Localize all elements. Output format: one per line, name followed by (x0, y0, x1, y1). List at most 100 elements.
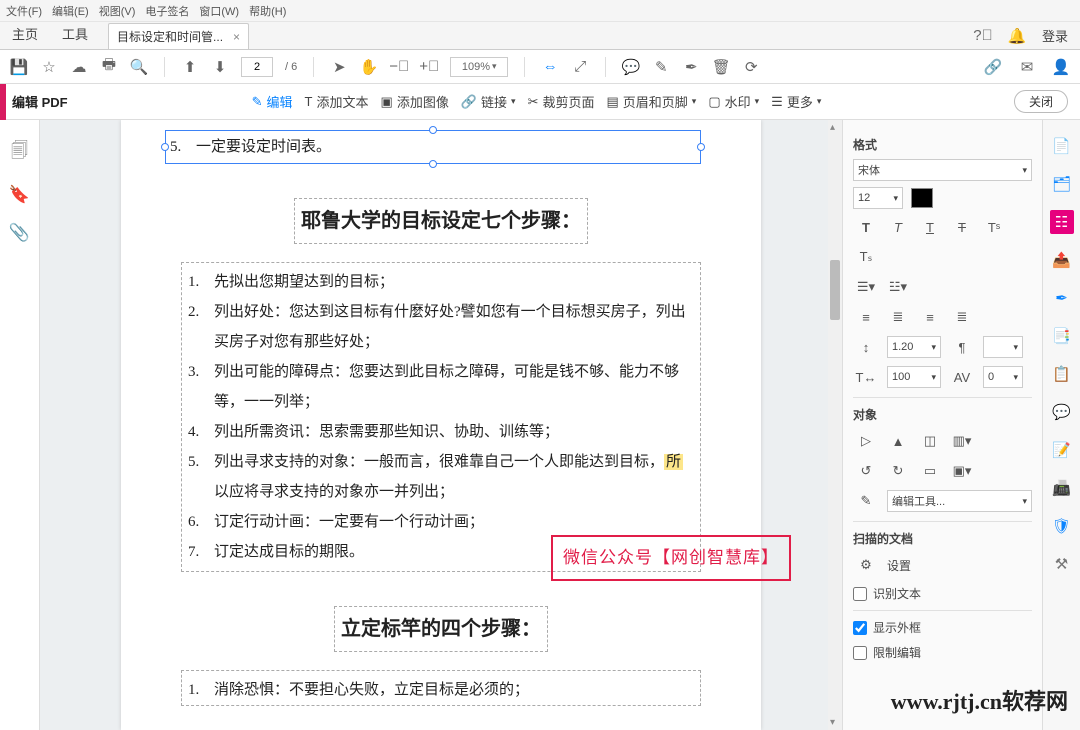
help-icon[interactable]: ?⃝ (974, 27, 992, 45)
zoom-in-icon[interactable]: +⃝ (420, 58, 438, 76)
fit-page-icon[interactable]: ⤢ (571, 58, 589, 76)
add-image-button[interactable]: ▣ 添加图像 (381, 92, 449, 111)
menu-esign[interactable]: 电子签名 (145, 3, 189, 19)
bell-icon[interactable]: 🔔 (1008, 27, 1026, 45)
page-number-input[interactable] (241, 57, 273, 77)
scan-ocr-icon[interactable]: 📠 (1050, 476, 1074, 500)
search-icon[interactable]: 🔍 (130, 58, 148, 76)
align-left-button[interactable]: ≡ (853, 305, 879, 329)
bullet-list-button[interactable]: ☰▾ (853, 275, 879, 299)
attachment-panel-icon[interactable]: 📎 (9, 223, 30, 243)
menu-file[interactable]: 文件(F) (6, 3, 42, 19)
list-2-block[interactable]: 1.消除恐惧：不要担心失败，立定目标是必须的； (181, 670, 701, 706)
comment-icon[interactable]: 💬 (622, 58, 640, 76)
bookmark-panel-icon[interactable]: 🔖 (9, 185, 30, 205)
heading-1-text[interactable]: 耶鲁大学的目标设定七个步骤： (294, 198, 588, 244)
numbered-list-button[interactable]: ☳▾ (885, 275, 911, 299)
tab-tools[interactable]: 工具 (50, 18, 100, 49)
login-button[interactable]: 登录 (1042, 26, 1068, 45)
header-footer-button[interactable]: ▤ 页眉和页脚▾ (606, 92, 696, 111)
save-icon[interactable]: 💾 (10, 58, 28, 76)
show-outline-checkbox[interactable] (853, 621, 867, 635)
bold-button[interactable]: T (853, 215, 879, 239)
align-objects-button[interactable]: ▥▾ (949, 429, 975, 453)
scroll-down-icon[interactable]: ▾ (830, 717, 835, 728)
align-justify-button[interactable]: ≣ (949, 305, 975, 329)
font-family-select[interactable]: 宋体▾ (853, 159, 1032, 181)
arrange-button[interactable]: ▭ (917, 459, 943, 483)
edit-pdf-rail-icon[interactable]: ☷ (1050, 210, 1074, 234)
paragraph-spacing-select[interactable]: ▾ (983, 336, 1023, 358)
add-text-button[interactable]: T 添加文本 (305, 92, 369, 111)
underline-button[interactable]: T (917, 215, 943, 239)
scroll-up-icon[interactable]: ▴ (830, 122, 835, 133)
group-button[interactable]: ▣▾ (949, 459, 975, 483)
mail-icon[interactable]: ✉ (1018, 58, 1036, 76)
page-down-icon[interactable]: ⬇ (211, 58, 229, 76)
superscript-button[interactable]: Tˢ (981, 215, 1007, 239)
edit-tools-select[interactable]: 编辑工具...▾ (887, 490, 1032, 512)
fill-sign-icon[interactable]: 📝 (1050, 438, 1074, 462)
recognize-text-checkbox[interactable] (853, 587, 867, 601)
protect-pdf-icon[interactable]: 🛡 (1050, 514, 1074, 538)
more-button[interactable]: ☰ 更多▾ (771, 92, 821, 111)
hand-icon[interactable]: ✋ (360, 58, 378, 76)
selection-handle-right[interactable] (697, 143, 705, 151)
rotate-icon[interactable]: ⟳ (742, 58, 760, 76)
strikethrough-button[interactable]: T (949, 215, 975, 239)
char-scale-select[interactable]: 100▾ (887, 366, 941, 388)
line-spacing-select[interactable]: 1.20▾ (887, 336, 941, 358)
zoom-out-icon[interactable]: −⃝ (390, 58, 408, 76)
document-viewport[interactable]: 5.一定要设定时间表。 耶鲁大学的目标设定七个步骤： 1.先拟出您期望达到的目标… (40, 120, 842, 730)
char-spacing-select[interactable]: 0▾ (983, 366, 1023, 388)
settings-row[interactable]: ⚙ 设置 (853, 553, 1032, 577)
more-tools-icon[interactable]: ⚒ (1050, 552, 1074, 576)
crop-button[interactable]: ✂ 裁剪页面 (528, 92, 595, 111)
align-center-button[interactable]: ≣ (885, 305, 911, 329)
tab-close-icon[interactable]: × (233, 30, 240, 44)
italic-button[interactable]: T (885, 215, 911, 239)
link-button[interactable]: 🔗 链接▾ (461, 92, 516, 111)
selected-text-frame[interactable]: 5.一定要设定时间表。 (165, 130, 701, 164)
sign-icon[interactable]: ✒ (682, 58, 700, 76)
star-icon[interactable]: ☆ (40, 58, 58, 76)
menu-help[interactable]: 帮助(H) (249, 3, 286, 19)
cloud-upload-icon[interactable]: ☁ (70, 58, 88, 76)
flip-horizontal-button[interactable]: ▷ (853, 429, 879, 453)
font-color-swatch[interactable] (911, 188, 933, 208)
subscript-button[interactable]: Tₛ (853, 245, 879, 269)
delete-icon[interactable]: 🗑 (712, 58, 730, 76)
export-pdf-icon[interactable]: 📤 (1050, 248, 1074, 272)
menu-window[interactable]: 窗口(W) (199, 3, 239, 19)
send-comment-icon[interactable]: 📋 (1050, 362, 1074, 386)
pages-panel-icon[interactable]: 🗐 (11, 138, 28, 167)
rotate-right-button[interactable]: ↻ (885, 459, 911, 483)
flip-vertical-button[interactable]: ▲ (885, 429, 911, 453)
share-icon[interactable]: 🔗 (984, 58, 1002, 76)
pointer-icon[interactable]: ➤ (330, 58, 348, 76)
page-up-icon[interactable]: ⬆ (181, 58, 199, 76)
list-1-block[interactable]: 1.先拟出您期望达到的目标； 2.列出好处：您达到这目标有什麼好处?譬如您有一个… (181, 262, 701, 572)
selection-handle-bottom[interactable] (429, 160, 437, 168)
print-icon[interactable]: 🖶 (100, 58, 118, 76)
vertical-scrollbar[interactable]: ▴ ▾ (828, 120, 842, 730)
heading-2-text[interactable]: 立定标竿的四个步骤： (334, 606, 548, 652)
scroll-thumb[interactable] (830, 260, 840, 320)
rotate-left-button[interactable]: ↺ (853, 459, 879, 483)
profile-icon[interactable]: 👤 (1052, 58, 1070, 76)
restrict-edit-checkbox[interactable] (853, 646, 867, 660)
combine-pdf-icon[interactable]: 🗂 (1050, 172, 1074, 196)
watermark-button[interactable]: ▢ 水印▾ (708, 92, 759, 111)
menu-edit[interactable]: 编辑(E) (52, 3, 89, 19)
selection-handle-left[interactable] (161, 143, 169, 151)
align-right-button[interactable]: ≡ (917, 305, 943, 329)
edit-button[interactable]: ✎ 编辑 (252, 92, 293, 111)
menu-view[interactable]: 视图(V) (99, 3, 136, 19)
crop-object-button[interactable]: ◫ (917, 429, 943, 453)
organize-pages-icon[interactable]: 📑 (1050, 324, 1074, 348)
fit-width-icon[interactable]: ⇔ (541, 58, 559, 76)
selection-handle-top[interactable] (429, 126, 437, 134)
zoom-select[interactable]: 109%▾ (450, 57, 508, 77)
tab-home[interactable]: 主页 (0, 18, 50, 49)
comment-rail-icon[interactable]: 💬 (1050, 400, 1074, 424)
